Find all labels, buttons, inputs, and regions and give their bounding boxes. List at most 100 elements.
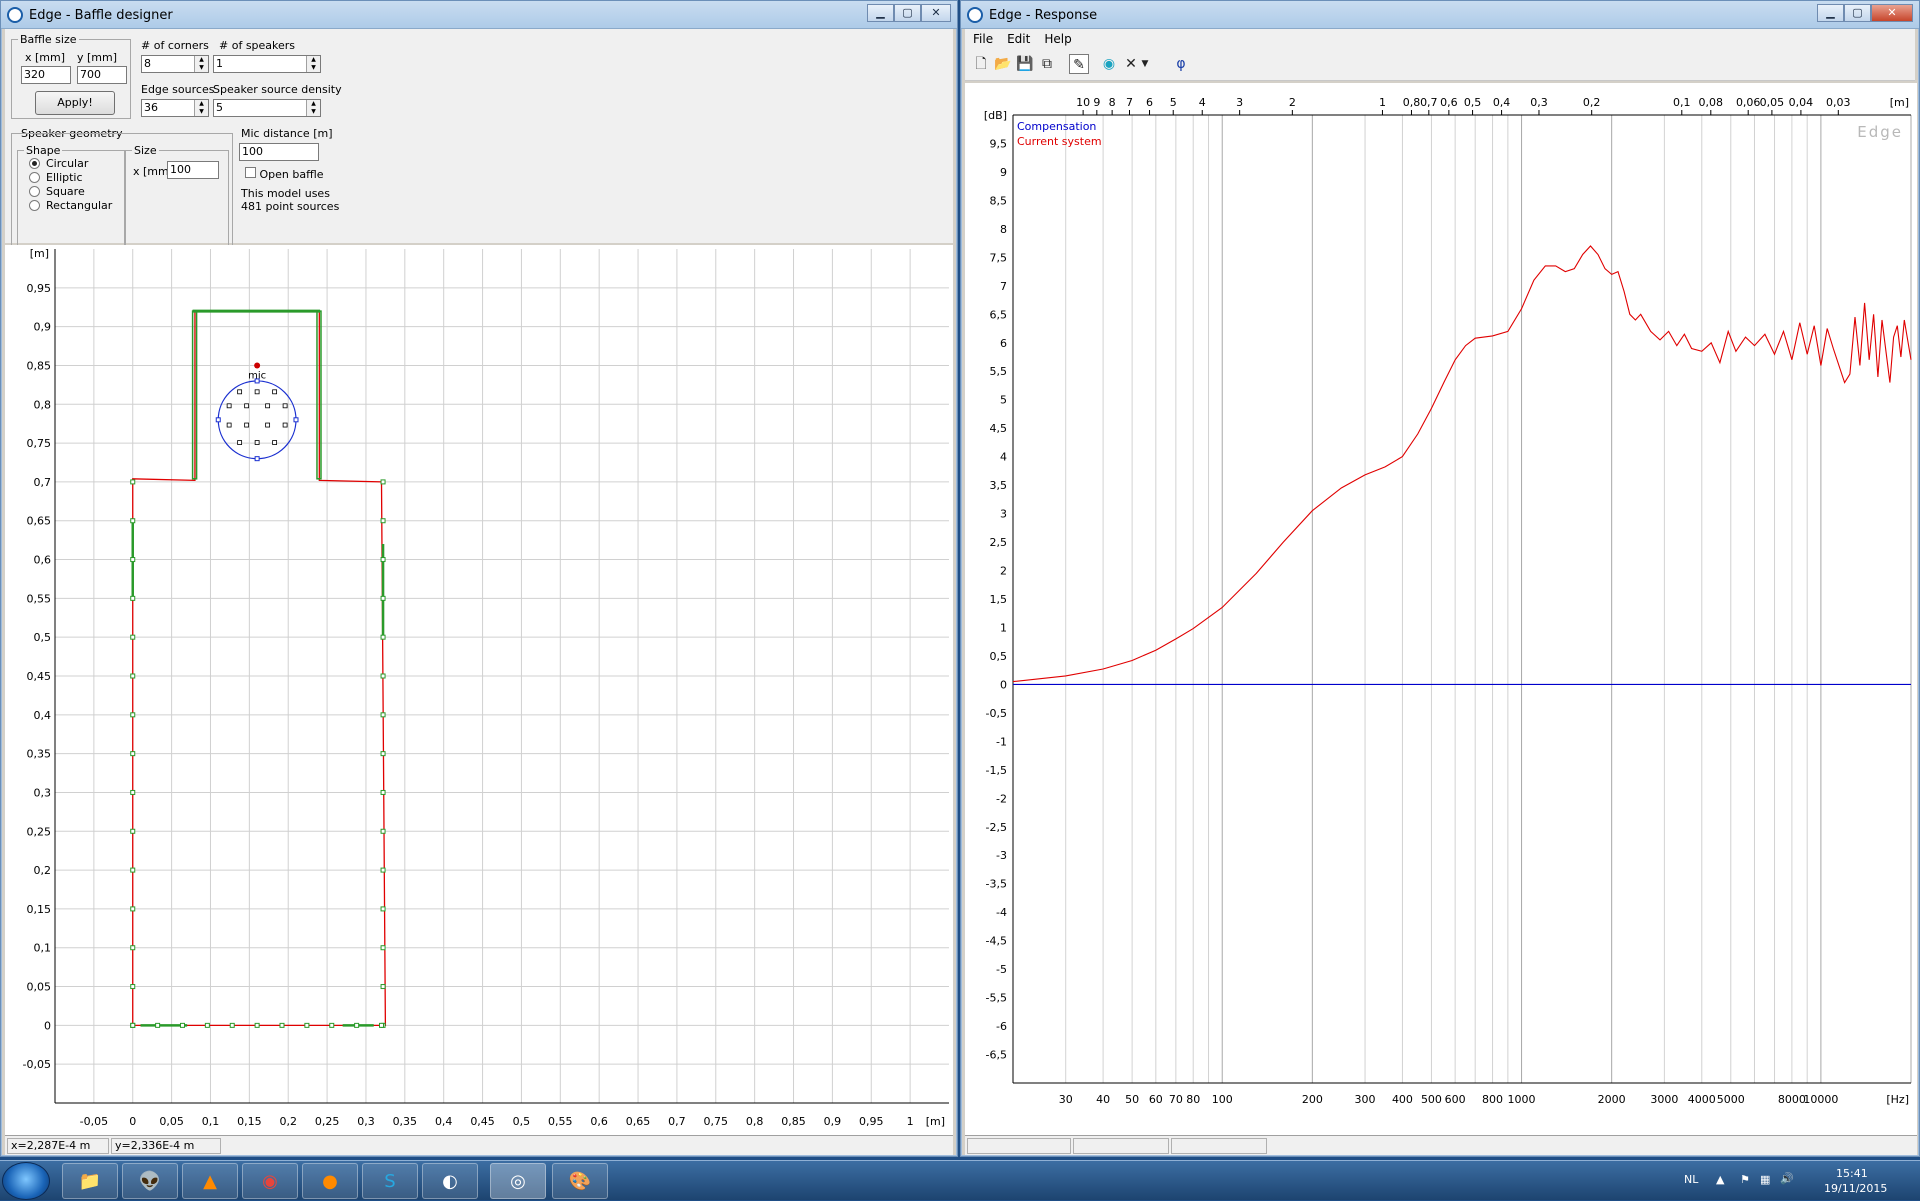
tray-arrow-icon[interactable]: ▲	[1716, 1173, 1724, 1186]
corners-spinner[interactable]: 8 ▲ ▼	[141, 55, 209, 73]
baffle-titlebar[interactable]: Edge - Baffle designer ▁ ▢ ✕	[1, 1, 957, 29]
x-tick-label: 70	[1169, 1093, 1183, 1106]
open-folder-icon[interactable]: 📂	[993, 54, 1013, 74]
top-tick-label: 0,4	[1493, 96, 1511, 109]
menu-file[interactable]: File	[973, 32, 993, 46]
x-tick-label: 200	[1302, 1093, 1323, 1106]
status-x-coord: x=2,287E-4 m	[7, 1138, 109, 1154]
y-tick-label: 0,3	[34, 786, 52, 799]
spinner-arrows-icon[interactable]: ▲ ▼	[194, 56, 208, 72]
edge-app-icon[interactable]: ◎	[490, 1163, 546, 1199]
y-tick-label: -6	[996, 1020, 1007, 1033]
shape-radio-square[interactable]: Square	[29, 185, 85, 198]
baffle-plot[interactable]: -0,05 0 0,05 0,1 0,15 0,2 0,25 0,3 0,35 0,4 0,45 0,…	[5, 245, 953, 1135]
x-tick-label: 2000	[1598, 1093, 1626, 1106]
x-unit-label: [Hz]	[1886, 1093, 1909, 1106]
shape-radio-rectangular[interactable]: Rectangular	[29, 199, 112, 212]
pencil-icon[interactable]: ✎	[1069, 54, 1089, 74]
y-tick-label: -4	[996, 906, 1007, 919]
response-titlebar[interactable]: Edge - Response ▁ ▢ ✕	[961, 1, 1919, 29]
shape-radio-circular[interactable]: Circular	[29, 157, 88, 170]
top-tick-label: 4	[1199, 96, 1206, 109]
edge-source-point	[380, 557, 386, 563]
x-tick-label: 0,05	[159, 1115, 184, 1128]
skype-icon[interactable]: S	[362, 1163, 418, 1199]
close-button[interactable]: ✕	[1871, 4, 1913, 22]
delete-icon[interactable]: ✕	[1121, 54, 1141, 74]
top-tick-label: 0,3	[1530, 96, 1548, 109]
spinner-arrows-icon[interactable]: ▲ ▼	[306, 100, 320, 116]
close-button[interactable]: ✕	[921, 4, 951, 22]
y-tick-label: -3	[996, 849, 1007, 862]
y-tick-label: 0,5	[990, 650, 1008, 663]
copy-icon[interactable]: ⧉	[1037, 54, 1057, 74]
flag-icon[interactable]: ⚑	[1740, 1173, 1750, 1186]
mic-distance-input[interactable]: 100	[239, 143, 319, 161]
new-file-icon[interactable]: 🗋	[971, 54, 991, 74]
speakers-spinner[interactable]: 1 ▲ ▼	[213, 55, 321, 73]
speaker-source-point	[244, 422, 250, 428]
maximize-button[interactable]: ▢	[1844, 4, 1871, 22]
apply-button[interactable]: Apply!	[35, 91, 115, 115]
volume-icon[interactable]: 🔊	[1780, 1172, 1794, 1185]
top-tick-label: 0,6	[1440, 96, 1458, 109]
dropdown-icon[interactable]: ▼	[1139, 54, 1151, 74]
spinner-arrows-icon[interactable]: ▲ ▼	[306, 56, 320, 72]
y-tick-label: -6,5	[986, 1049, 1007, 1062]
baffle-x-input[interactable]: 320	[21, 66, 71, 84]
x-tick-label: -0,05	[80, 1115, 108, 1128]
alien-app-icon[interactable]: 👽	[122, 1163, 178, 1199]
maximize-button[interactable]: ▢	[894, 4, 921, 22]
y-unit-label: [dB]	[984, 109, 1007, 122]
edge-sources-spinner[interactable]: 36 ▲ ▼	[141, 99, 209, 117]
size-x-input[interactable]: 100	[167, 161, 219, 179]
explorer-icon[interactable]: 📁	[62, 1163, 118, 1199]
y-tick-label: 0	[44, 1019, 51, 1032]
radio-icon	[29, 186, 40, 197]
checkbox-icon[interactable]	[245, 167, 256, 178]
minimize-button[interactable]: ▁	[1817, 4, 1844, 22]
y-tick-label: 7	[1000, 280, 1007, 293]
speaker-source-point	[272, 389, 278, 395]
y-tick-label: 0,95	[27, 282, 52, 295]
radio-selected-icon	[29, 158, 40, 169]
baffle-y-input[interactable]: 700	[77, 66, 127, 84]
y-tick-label: 7,5	[990, 251, 1008, 264]
density-spinner[interactable]: 5 ▲ ▼	[213, 99, 321, 117]
x-tick-label: 0,55	[548, 1115, 573, 1128]
start-button[interactable]	[2, 1162, 50, 1200]
y-unit-label: [m]	[30, 247, 49, 260]
edge-source-point	[130, 945, 136, 951]
y-tick-label: 0,75	[27, 437, 52, 450]
chrome-icon[interactable]: ◉	[242, 1163, 298, 1199]
open-baffle-checkbox[interactable]: Open baffle	[245, 167, 324, 181]
save-icon[interactable]: 💾	[1015, 54, 1035, 74]
top-tick-label: 0,2	[1583, 96, 1601, 109]
menu-edit[interactable]: Edit	[1007, 32, 1030, 46]
minimize-button[interactable]: ▁	[867, 4, 894, 22]
speaker-source-point	[226, 422, 232, 428]
x-tick-label: 0,95	[859, 1115, 884, 1128]
network-icon[interactable]: ▦	[1760, 1173, 1770, 1186]
paint-icon[interactable]: 🎨	[552, 1163, 608, 1199]
speaker-app-icon[interactable]: ◐	[422, 1163, 478, 1199]
phi-icon[interactable]: φ	[1171, 54, 1191, 74]
spinner-arrows-icon[interactable]: ▲ ▼	[194, 100, 208, 116]
x-tick-label: 500	[1421, 1093, 1442, 1106]
edge-source-point	[229, 1022, 235, 1028]
radio-icon	[29, 172, 40, 183]
speaker-icon[interactable]: ◉	[1099, 54, 1119, 74]
clock-time[interactable]: 15:41	[1836, 1167, 1868, 1180]
firefox-icon[interactable]: ●	[302, 1163, 358, 1199]
response-plot[interactable]: 9,5 9 8,5 8 7,5 7 6,5 6 5,5 5 4,5 4 3,5 3 2,5 2 1,5 1 0,5 0…	[965, 83, 1917, 1135]
top-tick-label: 0,08	[1699, 96, 1724, 109]
language-indicator[interactable]: NL	[1684, 1173, 1698, 1186]
corners-label: # of corners	[141, 39, 209, 52]
speaker-edge-point	[254, 456, 260, 462]
clock-date[interactable]: 19/11/2015	[1824, 1182, 1887, 1195]
shape-square-label: Square	[46, 185, 85, 198]
edge-source-point	[380, 828, 386, 834]
shape-radio-elliptic[interactable]: Elliptic	[29, 171, 83, 184]
vlc-icon[interactable]: ▲	[182, 1163, 238, 1199]
menu-help[interactable]: Help	[1044, 32, 1071, 46]
